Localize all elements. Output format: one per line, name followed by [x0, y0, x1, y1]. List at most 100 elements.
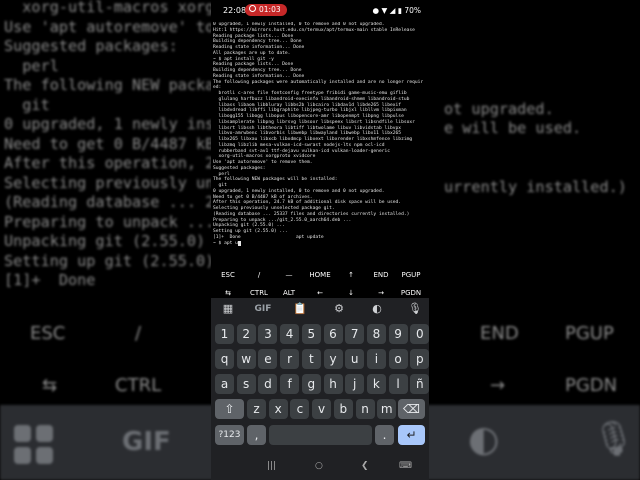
bg-gif-label: GIF	[122, 427, 171, 457]
symbols-key[interactable]: ?123	[215, 425, 244, 445]
key-p[interactable]: p	[410, 349, 429, 369]
key-k[interactable]: k	[366, 374, 386, 394]
extra-key-row2-2[interactable]: ALT	[283, 289, 295, 297]
key-s[interactable]: s	[236, 374, 256, 394]
background-terminal-fragment: urrently installed.)	[444, 178, 627, 196]
key-a[interactable]: a	[215, 374, 234, 394]
key-m[interactable]: m	[377, 399, 397, 419]
recents-icon[interactable]: |||	[267, 461, 276, 471]
phone-screen: 22:08 01:03 ● ▼ ◢ ▮ 70% 0 upgraded, 1 ne…	[211, 0, 429, 480]
bg-mic-icon: 🎙	[592, 419, 636, 459]
key-7[interactable]: 7	[345, 324, 365, 344]
key-0[interactable]: 0	[410, 324, 429, 344]
key-l[interactable]: l	[388, 374, 408, 394]
terminal-line: ~ $ apt u_	[213, 240, 241, 246]
key-c[interactable]: c	[290, 399, 310, 419]
key-r[interactable]: r	[280, 349, 300, 369]
period-key[interactable]: .	[375, 425, 394, 445]
key-e[interactable]: e	[258, 349, 278, 369]
key-x[interactable]: x	[268, 399, 288, 419]
bg-ctrl-label: CTRL	[115, 375, 162, 396]
key-i[interactable]: i	[366, 349, 386, 369]
bg-pgdn-label: PGDN	[565, 375, 618, 396]
palette-icon[interactable]: ◐	[368, 301, 386, 317]
mic-icon[interactable]: 🎙	[406, 301, 424, 317]
bg-tab-label: ⇆	[42, 375, 58, 396]
keyboard-switch-icon[interactable]: ⌨	[399, 461, 412, 471]
wifi-icon: ▼	[381, 6, 388, 15]
key-9[interactable]: 9	[388, 324, 408, 344]
key-j[interactable]: j	[345, 374, 365, 394]
apps-icon[interactable]: ▦	[219, 301, 237, 317]
extra-key-row1-2[interactable]: —	[286, 271, 293, 279]
key-4[interactable]: 4	[280, 324, 300, 344]
key-w[interactable]: w	[236, 349, 256, 369]
key-o[interactable]: o	[388, 349, 408, 369]
extra-key-row1-6[interactable]: PGUP	[402, 271, 421, 279]
bg-esc-label: ESC	[30, 323, 66, 344]
key-q[interactable]: q	[215, 349, 234, 369]
record-indicator[interactable]: 01:03	[245, 4, 287, 16]
terminal-line: libsamplerate libpng librsvg libsoxr lib…	[213, 119, 415, 125]
key-8[interactable]: 8	[366, 324, 386, 344]
soft-keyboard: ▦ GIF 📋 ⚙ ◐ 🎙 1234567890 qwertyuiop asdfgh…	[211, 298, 429, 456]
key-b[interactable]: b	[333, 399, 353, 419]
terminal-cursor: _	[237, 240, 241, 246]
key-g[interactable]: g	[301, 374, 321, 394]
extra-key-row1-0[interactable]: ESC	[221, 271, 235, 279]
key-z[interactable]: z	[247, 399, 266, 419]
key-5[interactable]: 5	[301, 324, 321, 344]
backspace-key[interactable]: ⌫	[398, 399, 425, 419]
extra-key-row1-1[interactable]: /	[258, 271, 260, 279]
home-icon[interactable]: ○	[315, 461, 323, 471]
key-n[interactable]: n	[355, 399, 375, 419]
status-bar: 22:08 01:03 ● ▼ ◢ ▮ 70%	[211, 0, 429, 20]
record-timer: 01:03	[259, 5, 281, 14]
extra-key-row2-3[interactable]: ←	[317, 289, 323, 297]
bg-right-label: →	[490, 375, 506, 396]
key-y[interactable]: y	[323, 349, 343, 369]
key-1[interactable]: 1	[215, 324, 234, 344]
background-terminal-fragment: ot upgraded.	[444, 100, 554, 118]
key-ñ[interactable]: ñ	[410, 374, 429, 394]
key-h[interactable]: h	[323, 374, 343, 394]
comma-key[interactable]: ,	[247, 425, 266, 445]
key-v[interactable]: v	[312, 399, 332, 419]
extra-key-row2-5[interactable]: →	[378, 289, 384, 297]
navigation-bar: ||| ○ ❮ ⌨	[211, 456, 429, 480]
extra-key-row1-5[interactable]: END	[373, 271, 388, 279]
terminal-output[interactable]: 0 upgraded, 1 newly installed, 0 to remo…	[213, 22, 429, 254]
key-u[interactable]: u	[345, 349, 365, 369]
status-icons: ● ▼ ◢ ▮ 70%	[373, 6, 421, 15]
extra-keys-bar: ESC / — HOME ↑ END PGUP ⇆ CTRL ALT ← ↓ → PGDN	[211, 260, 429, 300]
space-bar[interactable]	[269, 425, 372, 445]
extra-key-row2-0[interactable]: ⇆	[225, 289, 231, 297]
gear-icon[interactable]: ⚙	[330, 301, 348, 317]
bg-palette-icon: ◐	[468, 419, 500, 460]
extra-key-row2-6[interactable]: PGDN	[401, 289, 421, 297]
key-3[interactable]: 3	[258, 324, 278, 344]
extra-key-row1-3[interactable]: HOME	[309, 271, 330, 279]
key-d[interactable]: d	[258, 374, 278, 394]
extra-key-row2-4[interactable]: ↓	[348, 289, 354, 297]
clipboard-icon[interactable]: 📋	[291, 301, 309, 317]
bg-pgup-label: PGUP	[565, 323, 614, 344]
notification-dot-icon: ●	[372, 6, 380, 15]
terminal-line: brotli c-ares file fontconfig freetype f…	[213, 91, 407, 96]
extra-key-row1-4[interactable]: ↑	[348, 271, 354, 279]
key-6[interactable]: 6	[323, 324, 343, 344]
back-icon[interactable]: ❮	[361, 461, 369, 471]
key-2[interactable]: 2	[236, 324, 256, 344]
shift-key[interactable]: ⇧	[215, 399, 244, 419]
enter-key[interactable]: ↵	[398, 425, 425, 445]
key-f[interactable]: f	[280, 374, 300, 394]
terminal-line: Hit:1 https://mirrors.hust.edu.cn/termux…	[213, 27, 415, 33]
gif-button[interactable]: GIF	[251, 301, 275, 317]
extra-key-row2-1[interactable]: CTRL	[250, 289, 268, 297]
bg-slash-label: /	[135, 323, 142, 344]
key-t[interactable]: t	[301, 349, 321, 369]
background-terminal-fragment: e will be used.	[444, 119, 582, 137]
signal-icon: ◢	[389, 6, 396, 15]
terminal-line: libx265 libxau libxcb libxdmcp libxext l…	[213, 137, 413, 142]
terminal-line: (Reading database ... 25337 files and di…	[213, 211, 410, 217]
